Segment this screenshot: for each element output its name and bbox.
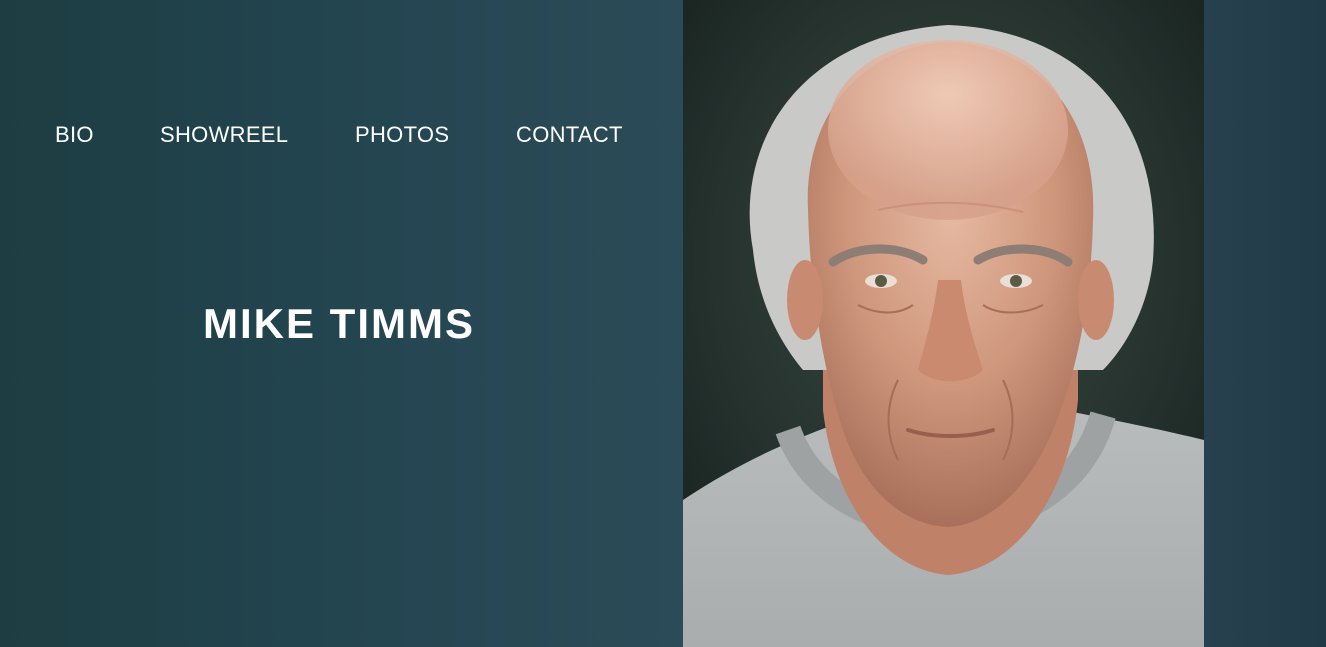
nav-showreel-link[interactable]: SHOWREEL xyxy=(160,118,288,152)
site-title: MIKE TIMMS xyxy=(203,300,475,347)
nav-bio-link[interactable]: BIO xyxy=(55,118,94,152)
right-margin-panel xyxy=(1204,0,1326,647)
page: BIO SHOWREEL PHOTOS CONTACT MIKE TIMMS xyxy=(0,0,1326,647)
nav-photos-link[interactable]: PHOTOS xyxy=(355,118,449,152)
headshot-photo xyxy=(683,0,1204,647)
hero-panel: BIO SHOWREEL PHOTOS CONTACT MIKE TIMMS xyxy=(0,0,683,647)
nav-contact-link[interactable]: CONTACT xyxy=(516,118,623,152)
main-nav: BIO SHOWREEL PHOTOS CONTACT xyxy=(0,118,683,152)
